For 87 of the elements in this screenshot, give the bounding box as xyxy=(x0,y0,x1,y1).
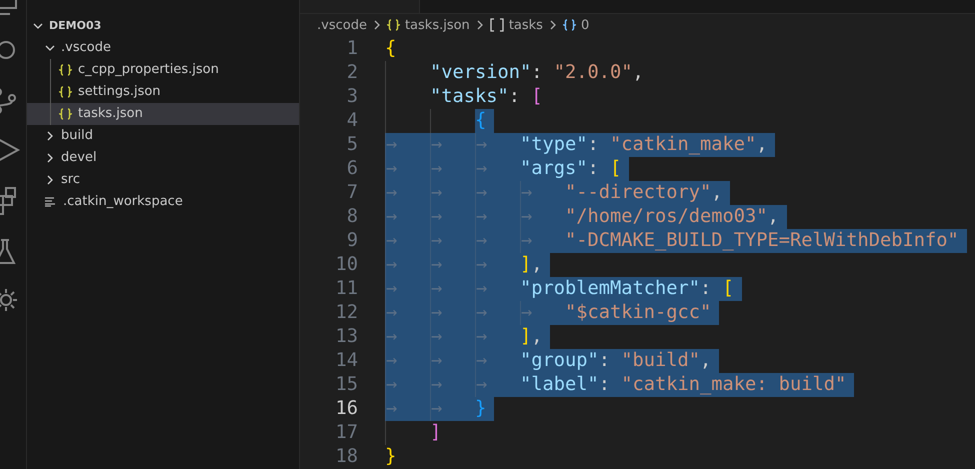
line-number: 1 xyxy=(346,36,358,61)
chevron-icon[interactable] xyxy=(33,21,43,31)
json-key: "args" xyxy=(520,157,588,181)
line-number: 7 xyxy=(346,180,358,205)
breadcrumb-item[interactable]: .vscode xyxy=(317,16,367,36)
braces-icon xyxy=(59,108,72,120)
code-token: : xyxy=(700,277,723,301)
code-token: : xyxy=(508,85,522,109)
braces-icon xyxy=(386,19,400,32)
chevron-icon xyxy=(548,20,558,30)
file-name[interactable]: settings.json xyxy=(78,82,161,102)
json-key: "version" xyxy=(430,61,532,85)
json-string: "2.0.0" xyxy=(554,61,633,85)
line-number: 11 xyxy=(334,276,358,301)
json-key: "group" xyxy=(520,349,599,373)
chevron-icon xyxy=(372,20,382,30)
folder-name[interactable]: .vscode xyxy=(61,38,111,58)
line-number: 9 xyxy=(346,228,358,253)
line-number: 8 xyxy=(346,204,358,229)
chevron-icon xyxy=(474,20,485,30)
code-token: : xyxy=(598,349,622,373)
line-number: 4 xyxy=(346,108,358,133)
line-number: 17 xyxy=(334,420,358,445)
code-token: : xyxy=(531,61,544,85)
text-file-icon xyxy=(45,197,57,207)
file-name[interactable]: tasks.json xyxy=(78,104,143,124)
json-string: "catkin_make" xyxy=(610,133,756,157)
code-token: ] xyxy=(520,325,532,349)
code-token: } xyxy=(385,445,396,469)
folder-name[interactable]: devel xyxy=(61,148,97,168)
line-number: 15 xyxy=(334,372,358,397)
breadcrumb-item[interactable]: tasks xyxy=(508,16,543,36)
json-key: "label" xyxy=(520,373,599,397)
json-key: "type" xyxy=(520,133,588,157)
line-number: 10 xyxy=(334,252,358,277)
file-name[interactable]: c_cpp_properties.json xyxy=(78,60,219,80)
code-token: , xyxy=(756,133,776,157)
line-number: 18 xyxy=(334,444,358,469)
code-token: , xyxy=(700,349,720,373)
line-number: 5 xyxy=(346,132,358,157)
code-token: : xyxy=(588,157,610,181)
json-string: "--directory" xyxy=(565,181,712,205)
folder-name[interactable]: src xyxy=(61,170,80,190)
line-number: 13 xyxy=(334,324,358,349)
folder-title[interactable]: DEMO03 xyxy=(49,18,102,34)
run-icon[interactable] xyxy=(0,136,22,164)
brackets-icon xyxy=(490,18,504,32)
selected-row[interactable]: tasks.json xyxy=(27,103,299,125)
chevron-icon[interactable] xyxy=(45,153,55,163)
line-number: 2 xyxy=(346,60,358,85)
chevron-icon[interactable] xyxy=(45,43,55,53)
chevron-icon[interactable] xyxy=(45,175,55,185)
json-string: "/home/ros/demo03" xyxy=(565,205,768,229)
code-token: : xyxy=(598,373,622,397)
code-token: , xyxy=(711,181,730,205)
code-token: : xyxy=(588,133,610,157)
json-string: "catkin_make: build" xyxy=(621,373,854,397)
json-string: "$catkin-gcc" xyxy=(565,301,720,325)
line-number: 3 xyxy=(346,84,358,109)
braces-icon xyxy=(59,64,72,76)
line-number: 12 xyxy=(334,300,358,325)
folder-name[interactable]: build xyxy=(61,126,93,146)
json-key: "tasks" xyxy=(430,85,509,109)
json-string: "build" xyxy=(621,349,700,373)
braces-icon xyxy=(59,86,72,98)
code-token: } xyxy=(475,397,494,421)
code-token: [ xyxy=(610,157,630,181)
code-token: , xyxy=(768,205,787,229)
breadcrumb-item[interactable]: 0 xyxy=(580,16,590,36)
line-number: 16 xyxy=(334,396,358,421)
code-token: [ xyxy=(531,85,543,109)
chevron-icon[interactable] xyxy=(45,131,55,141)
code-token: , xyxy=(531,253,550,277)
json-string: "-DCMAKE_BUILD_TYPE=RelWithDebInfo" xyxy=(565,229,967,253)
code-token: { xyxy=(385,37,396,61)
code-token: ] xyxy=(430,421,442,445)
code-token: [ xyxy=(722,277,742,301)
file-name[interactable]: .catkin_workspace xyxy=(63,192,183,212)
json-key: "problemMatcher" xyxy=(520,277,700,301)
braces-icon xyxy=(562,19,576,32)
breadcrumb-item[interactable]: tasks.json xyxy=(404,16,470,36)
line-number: 6 xyxy=(346,156,358,181)
code-token: { xyxy=(475,109,494,133)
code-token: , xyxy=(531,325,550,349)
code-token: , xyxy=(632,61,644,85)
line-number: 14 xyxy=(334,348,358,373)
code-token: ] xyxy=(520,253,532,277)
